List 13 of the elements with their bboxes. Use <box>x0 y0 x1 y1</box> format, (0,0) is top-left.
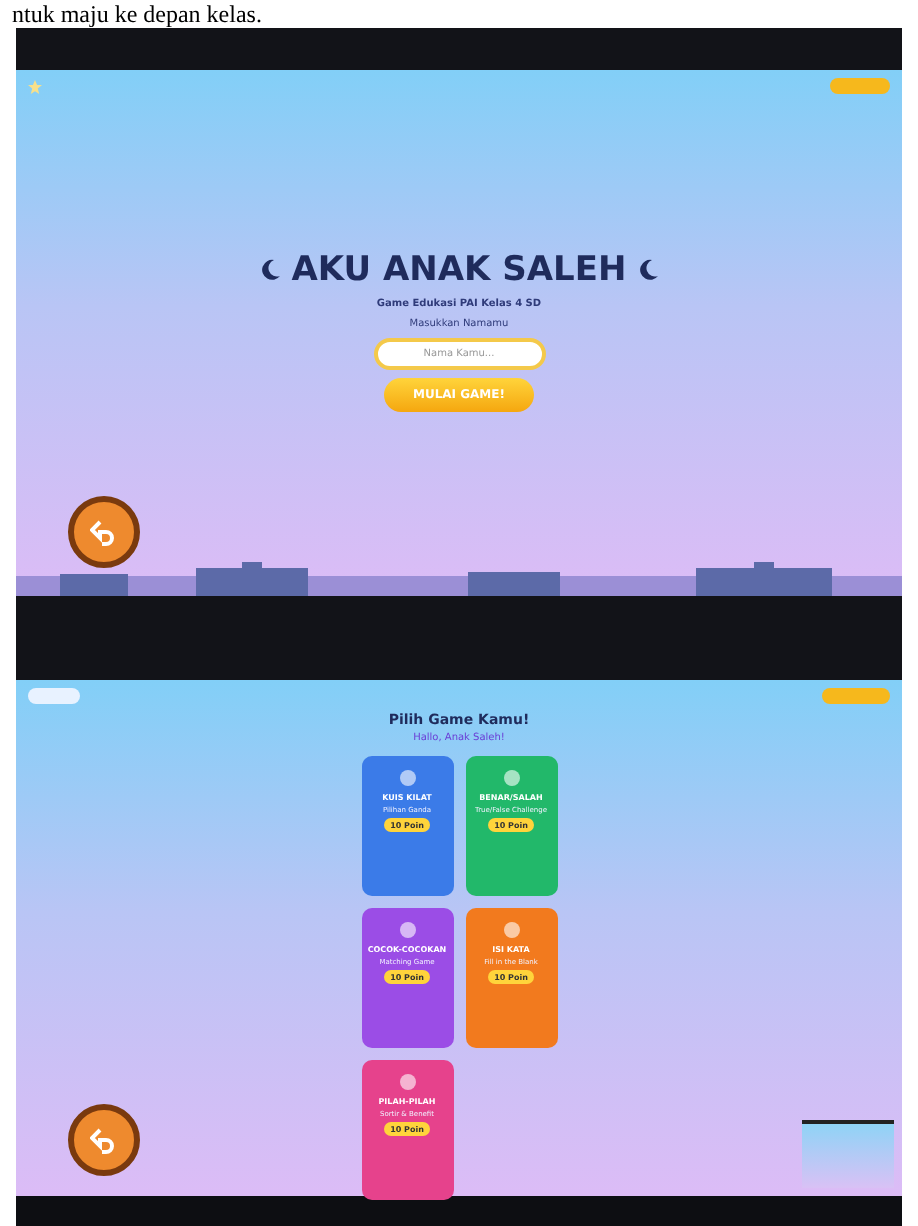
game-icon <box>397 1072 417 1092</box>
crescent-moon-icon <box>636 258 661 282</box>
game-icon <box>397 920 417 940</box>
game-icon <box>501 768 521 788</box>
game-icon <box>501 920 521 940</box>
crescent-moon-icon <box>257 258 282 282</box>
game-title: AKU ANAK SALEH <box>291 250 627 290</box>
document-text: ntuk maju ke depan kelas. <box>12 0 262 28</box>
game-icon <box>397 768 417 788</box>
back-button[interactable] <box>68 1104 140 1176</box>
back-button[interactable] <box>68 496 140 568</box>
star-icon <box>28 79 42 93</box>
preview-thumbnail[interactable] <box>802 1120 894 1188</box>
